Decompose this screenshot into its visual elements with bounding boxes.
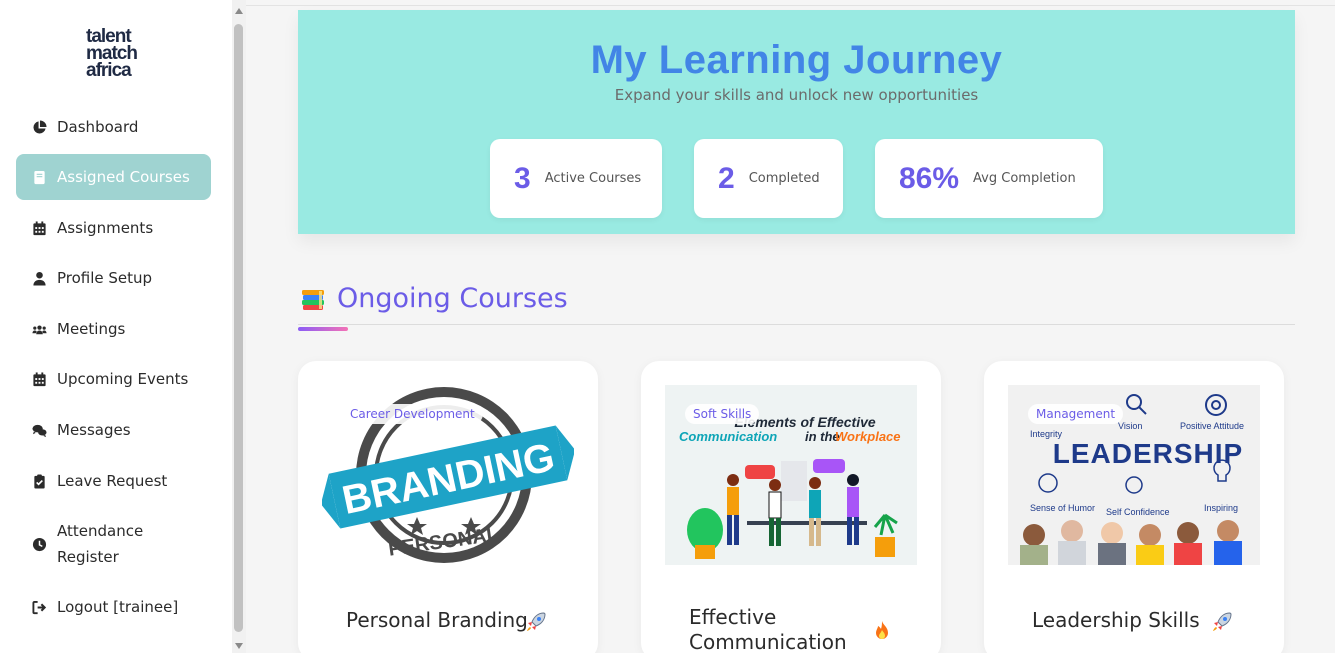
page-title: My Learning Journey: [590, 38, 1003, 82]
sidebar-item-label: Messages: [57, 421, 131, 439]
sidebar-item-label: Attendance Register: [57, 522, 144, 566]
image-caption: Self Confidence: [1106, 507, 1170, 517]
sidebar-item-label: Logout [trainee]: [57, 598, 179, 616]
books-icon: [300, 287, 326, 313]
course-card-leadership-skills[interactable]: LEADERSHIP Vision Positive Attitude Inte…: [984, 361, 1284, 653]
rocket-icon: [524, 610, 548, 634]
scroll-up-arrow-icon[interactable]: [235, 8, 243, 14]
sidebar-item-meetings[interactable]: Meetings: [16, 306, 211, 352]
image-caption: Inspiring: [1204, 503, 1238, 513]
category-badge: Management: [1028, 404, 1124, 424]
divider: [246, 5, 1335, 6]
stat-value: 3: [514, 161, 531, 195]
sidebar: talent match africa Dashboard Assigned C…: [0, 0, 232, 653]
stat-label: Completed: [748, 171, 820, 186]
stat-value: 2: [718, 161, 735, 195]
sidebar-item-attendance-register[interactable]: Attendance Register: [16, 513, 211, 575]
course-title[interactable]: Leadership Skills: [1032, 608, 1284, 632]
calendar-icon: [30, 219, 48, 237]
image-caption: Communication: [679, 429, 777, 444]
user-icon: [30, 269, 48, 287]
sidebar-item-upcoming-events[interactable]: Upcoming Events: [16, 356, 211, 402]
pie-chart-icon: [30, 118, 48, 136]
stat-card-avg-completion: 86% Avg Completion: [875, 139, 1103, 218]
hero-banner: My Learning Journey Expand your skills a…: [298, 10, 1295, 234]
book-icon: [30, 168, 48, 186]
stat-card-completed: 2 Completed: [694, 139, 843, 218]
sidebar-item-label: Assigned Courses: [57, 168, 190, 186]
calendar-icon: [30, 370, 48, 388]
course-title[interactable]: Personal Branding: [346, 608, 598, 632]
logo-line: africa: [86, 60, 132, 81]
divider: [298, 324, 1295, 325]
image-caption: Integrity: [1030, 429, 1063, 439]
comments-icon: [30, 421, 48, 439]
section-accent-bar: [298, 327, 348, 331]
stat-card-active-courses: 3 Active Courses: [490, 139, 662, 218]
scrollbar-thumb[interactable]: [234, 24, 243, 632]
stat-label: Active Courses: [544, 171, 642, 186]
rocket-icon: [1210, 610, 1234, 634]
sidebar-item-profile-setup[interactable]: Profile Setup: [16, 255, 211, 301]
category-badge: Soft Skills: [685, 404, 760, 424]
sidebar-item-label: Profile Setup: [57, 269, 153, 287]
fire-icon: [870, 619, 894, 643]
image-caption: Workplace: [835, 429, 901, 444]
image-caption: Positive Attitude: [1180, 421, 1244, 431]
page-subtitle: Expand your skills and unlock new opport…: [614, 86, 979, 104]
sidebar-item-label: Dashboard: [57, 118, 139, 136]
scroll-down-arrow-icon[interactable]: [235, 643, 243, 649]
sidebar-item-logout[interactable]: Logout [trainee]: [16, 584, 211, 630]
course-card-personal-branding[interactable]: PERSONAL BRANDING Career Development Per…: [298, 361, 598, 653]
course-title[interactable]: Effective Communication: [689, 605, 859, 653]
section-title: Ongoing Courses: [337, 283, 568, 314]
category-badge: Career Development: [342, 404, 483, 424]
image-caption: Vision: [1118, 421, 1142, 431]
sidebar-item-label: Assignments: [57, 219, 154, 237]
sidebar-item-label: Upcoming Events: [57, 370, 189, 388]
sidebar-item-label: Leave Request: [57, 472, 168, 490]
talent-match-africa-logo[interactable]: talent match africa: [86, 27, 138, 81]
sidebar-item-dashboard[interactable]: Dashboard: [16, 104, 211, 150]
clipboard-check-icon: [30, 472, 48, 490]
sidebar-item-label: Meetings: [57, 320, 126, 338]
sidebar-item-messages[interactable]: Messages: [16, 407, 211, 453]
sidebar-item-assigned-courses[interactable]: Assigned Courses: [16, 154, 211, 200]
stat-value: 86%: [899, 161, 960, 195]
image-caption: Sense of Humor: [1030, 503, 1095, 513]
course-card-effective-communication[interactable]: Elements of Effective Communication in t…: [641, 361, 941, 653]
sidebar-scrollbar[interactable]: [232, 0, 246, 653]
sign-out-icon: [30, 598, 48, 616]
sidebar-item-assignments[interactable]: Assignments: [16, 205, 211, 251]
sidebar-item-leave-request[interactable]: Leave Request: [16, 458, 211, 504]
users-icon: [30, 320, 48, 338]
stat-label: Avg Completion: [973, 171, 1076, 186]
clock-icon: [30, 535, 48, 553]
